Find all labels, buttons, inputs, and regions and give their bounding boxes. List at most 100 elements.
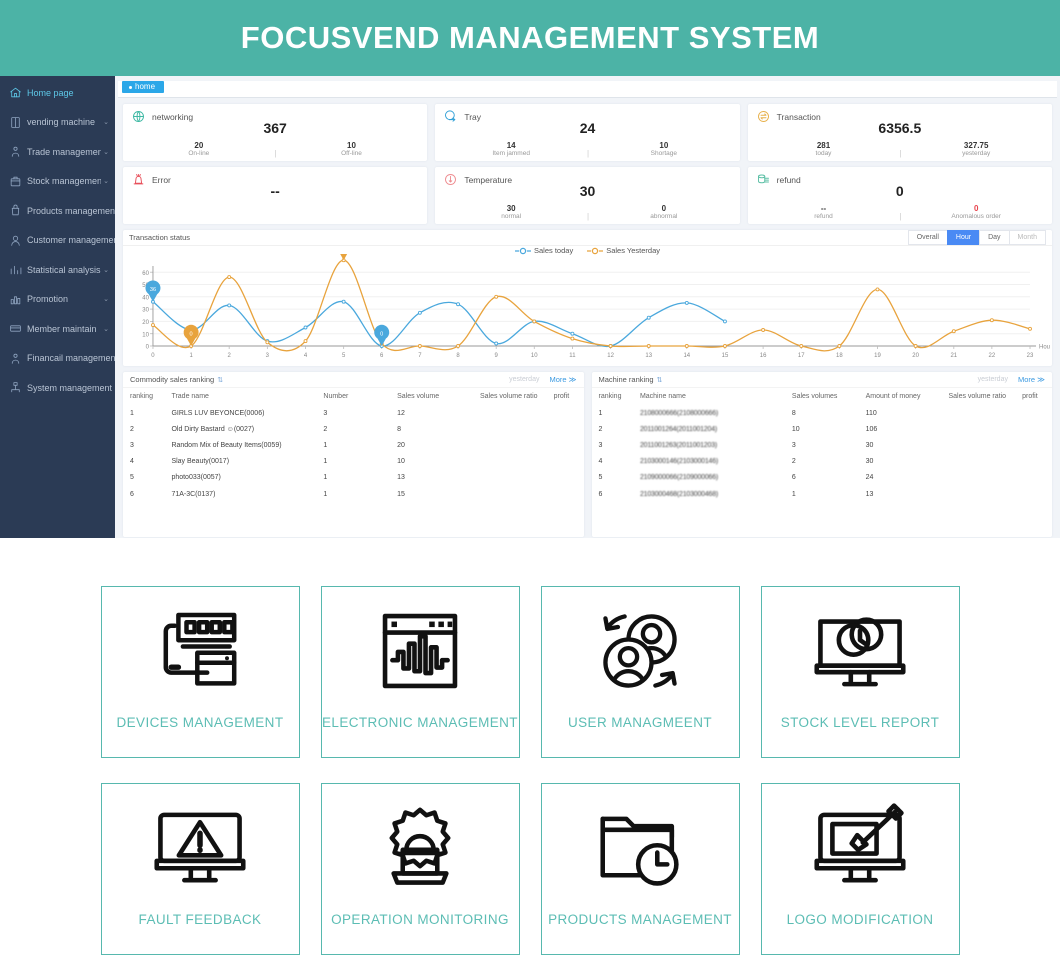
sort-icon[interactable]: ⇅ [217,376,223,384]
stat-sub-row: -- refund | 0 Anomalous order [748,204,1052,221]
table-row[interactable]: 1 2108000666(2108000666) 8 110 [592,405,1053,421]
stat-card-networking[interactable]: networking 367 20 On-line | 10 Off-line [123,104,428,161]
feature-card-logo-modification[interactable]: LOGO MODIFICATION [760,783,960,955]
table-row[interactable]: 5 photo033(0057) 1 13 [123,470,584,486]
table-row[interactable]: 6 71A-3C(0137) 1 15 [123,486,584,502]
table-cell: 10 [791,425,800,433]
table-row[interactable]: 3 2011001263(2011001203) 3 30 [592,437,1053,453]
stat-card-title: Transaction [776,111,821,122]
stat-sub-left-label: today [815,150,832,157]
sidebar-item-system-management[interactable]: System management [0,373,115,403]
chart-range-tabs: Overall Hour Day Month [907,230,1046,245]
table-cell: 106 [865,425,878,433]
sidebar-item-customer-management[interactable]: Customer management [0,226,115,256]
sidebar-item-home-page[interactable]: Home page [0,78,115,108]
feature-card-electronic-management[interactable]: ELECTRONIC MANAGEMENT [320,586,520,758]
table-row[interactable]: 4 Slay Beauty(0017) 1 10 [123,454,584,470]
table-row[interactable]: 5 2109000066(2109000066) 6 24 [592,470,1053,486]
stat-card-title: networking [152,111,194,122]
table-row[interactable]: 6 2103000468(2103000468) 1 13 [592,486,1053,502]
stat-card-tray[interactable]: Tray 24 14 Item jammed | 10 Shortage [435,104,740,161]
table-cell [547,421,584,437]
table-cell: 10 [397,458,405,466]
feature-card-user-managmeent[interactable]: USER MANAGMEENT [540,586,740,758]
sidebar-item-promotion[interactable]: Promotion ⌄ [0,285,115,315]
table-cell: 3 [791,441,796,449]
table-cell [941,437,1015,453]
table-cell: 8 [791,409,796,417]
sidebar-item-vending-machine[interactable]: vending machine ⌄ [0,108,115,138]
stat-card-transaction[interactable]: Transaction 6356.5 281 today | 327.75 yesterda… [747,104,1052,161]
stat-sub-right-value: 10 [659,141,669,150]
svg-text:Hou: Hou [1039,344,1050,350]
feature-card-devices-management[interactable]: DEVICES MANAGEMENT [100,586,300,758]
table-row[interactable]: 4 2103000146(2103000146) 2 30 [592,454,1053,470]
svg-text:2: 2 [228,353,232,359]
stat-sub-right-label: Anomalous order [951,213,1001,220]
chevron-down-icon: ⌄ [103,119,109,127]
table-cell: 13 [865,490,874,498]
chart-range-month[interactable]: Month [1008,230,1046,245]
app-header: FOCUSVEND MANAGEMENT SYSTEM [0,0,1060,76]
sidebar-item-label: Promotion [27,294,69,305]
stat-sub-row: 20 On-line | 10 Off-line [123,141,427,158]
table-row[interactable]: 3 Random Mix of Beauty Items(0059) 1 20 [123,437,584,453]
stat-sub-left-label: On-line [188,150,210,157]
sidebar-item-trade-management[interactable]: Trade management ⌄ [0,137,115,167]
page-title: FOCUSVEND MANAGEMENT SYSTEM [240,20,820,55]
feature-card-operation-monitoring[interactable]: OPERATION MONITORING [320,783,520,955]
feature-card-label: PRODUCTS MANAGEMENT [548,912,732,927]
sidebar-item-statistical-analysis[interactable]: Statistical analysis ⌄ [0,255,115,285]
column-header: profit [1022,393,1038,400]
feature-card-fault-feedback[interactable]: FAULT FEEDBACK [100,783,300,955]
chart-plot: 0 10 20 30 40 50 60 0 1 2 3 4 5 6 7 8 9 10 11 12 13 14 15 16 17 1… [123,254,1052,366]
table-cell [547,454,584,470]
machine-ranking-more-link[interactable]: More ≫ [1018,375,1045,384]
table-cell: 110 [865,409,877,417]
table-cell: 1 [323,490,328,498]
stat-sub-left-value: -- [820,204,827,213]
sidebar-item-member-maintain[interactable]: Member maintain ⌄ [0,314,115,344]
stat-card-temperature[interactable]: Temperature 30 30 normal | 0 abnormal [435,167,740,224]
stat-sub-left: 20 On-line [123,141,275,158]
stat-sub-left: 281 today [748,141,900,158]
chart-range-day[interactable]: Day [979,230,1009,245]
feature-row: DEVICES MANAGEMENT ELECTRONIC MANAGEMENT U… [100,586,960,758]
svg-text:36: 36 [150,287,156,293]
commodity-ranking-more-link[interactable]: More ≫ [549,375,576,384]
sidebar-item-financail-management[interactable]: Financail management [0,344,115,374]
monitor-brush-icon [762,784,959,912]
machine-icon [9,116,22,129]
sidebar-item-products-management[interactable]: Products management [0,196,115,226]
stat-card-refund[interactable]: refund 0 -- refund | 0 Anomalous order [747,167,1052,224]
table-cell: 4 [598,458,603,466]
feature-card-label: ELECTRONIC MANAGEMENT [322,715,518,730]
stat-card-value: 0 [895,183,904,199]
stat-sub-right-label: Off-line [341,150,362,157]
svg-text:0: 0 [146,345,150,351]
feature-card-products-management[interactable]: PRODUCTS MANAGEMENT [540,783,740,955]
stat-card-error[interactable]: Error -- [123,167,428,224]
table-cell: 3 [323,409,328,417]
table-row[interactable]: 2 2011001264(2011001204) 10 106 [592,421,1053,437]
table-row[interactable]: 1 GIRLS LUV BEYONCE(0006) 3 12 [123,405,584,421]
chart-range-hour[interactable]: Hour [946,230,980,245]
sidebar: Home page vending machine ⌄ Trade managemen… [0,76,115,538]
table-cell: 4 [130,458,134,466]
promotion-icon [9,293,22,306]
table-cell: 15 [397,490,405,498]
chart-range-overall[interactable]: Overall [907,230,947,245]
feature-card-stock-level-report[interactable]: STOCK LEVEL REPORT [760,586,960,758]
table-cell: photo033(0057) [171,474,221,482]
sidebar-item-label: Statistical analysis [27,264,101,275]
stat-sub-right-value: 0 [661,204,667,213]
stat-card-title: Tray [464,111,482,122]
stat-sub-right-value: 0 [973,204,979,213]
table-row[interactable]: 2 Old Dirty Bastard ☺(0027) 2 8 [123,421,584,437]
table-cell: 1 [598,409,603,417]
tab-home[interactable]: home [122,81,165,93]
table-cell [1015,405,1052,421]
stat-sub-right: 10 Shortage [588,141,740,158]
sidebar-item-stock-management[interactable]: Stock management ⌄ [0,167,115,197]
sort-icon[interactable]: ⇅ [657,376,663,384]
